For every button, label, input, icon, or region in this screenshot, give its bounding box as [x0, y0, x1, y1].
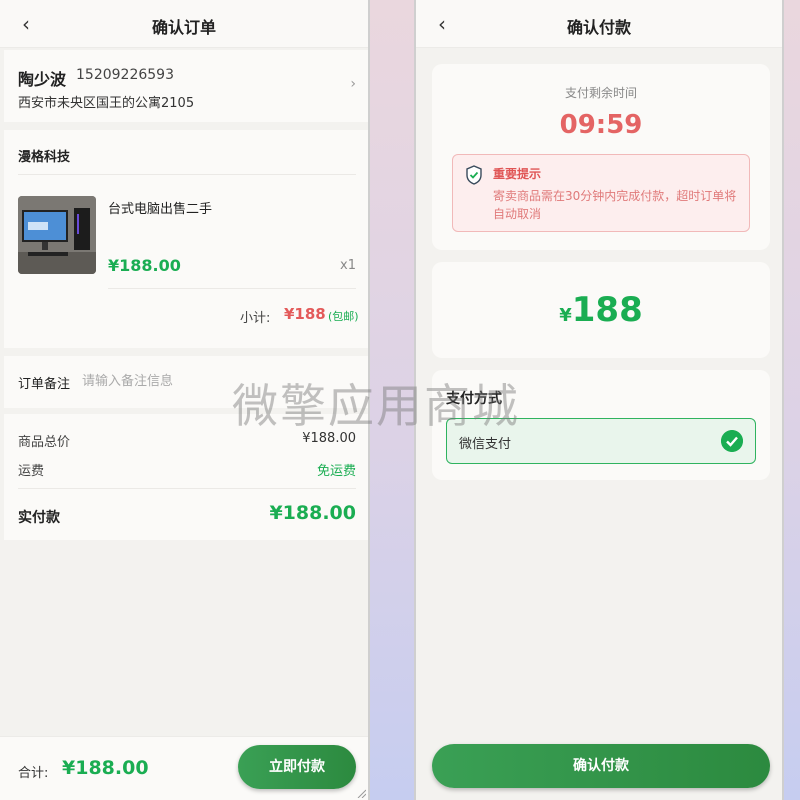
contact-name: 陶少波 [18, 70, 67, 89]
paid-value: ¥188.00 [269, 502, 356, 524]
amount-card: ¥188 [432, 262, 770, 358]
address-card[interactable]: 陶少波 15209226593 西安市未央区国王的公寓2105 › [4, 50, 368, 122]
freight-label: 运费 [18, 464, 45, 479]
remark-label: 订单备注 [18, 377, 71, 392]
bottom-bar: 确认付款 [416, 736, 782, 800]
footer-total-value: ¥188.00 [62, 757, 149, 779]
footer-total-label: 合计: [18, 766, 49, 781]
countdown-card: 支付剩余时间 09:59 重要提示 寄卖商品需在30分钟内完成付款，超时订单将自… [432, 64, 770, 250]
subtotal-value: ¥188 [284, 305, 326, 323]
page-title: 确认付款 [566, 18, 631, 37]
product-title[interactable]: 台式电脑出售二手 [108, 198, 212, 217]
payment-method-card: 支付方式 微信支付 [432, 370, 770, 480]
countdown-label: 支付剩余时间 [564, 86, 637, 100]
nav-bar: ‹ 确认订单 [0, 0, 368, 48]
goods-total-value: ¥188.00 [302, 431, 356, 446]
page-title: 确认订单 [151, 18, 216, 37]
product-price: ¥188.00 [108, 256, 181, 275]
order-confirm-screen: ‹ 确认订单 陶少波 15209226593 西安市未央区国王的公寓2105 ›… [0, 0, 370, 800]
amount-number: 188 [571, 290, 643, 330]
free-shipping-tag: (包邮) [328, 310, 359, 323]
bottom-bar: 合计: ¥188.00 立即付款 [0, 736, 368, 800]
contact-phone: 15209226593 [76, 67, 174, 83]
check-circle-icon [721, 430, 743, 452]
payment-amount: ¥188 [432, 290, 770, 330]
payment-confirm-screen: ‹ 确认付款 支付剩余时间 09:59 重要提示 寄卖商品需在30分钟内完成付款… [414, 0, 784, 800]
wechat-pay-option[interactable]: 微信支付 [446, 418, 756, 464]
pay-now-button[interactable]: 立即付款 [238, 745, 356, 789]
confirm-payment-button[interactable]: 确认付款 [432, 744, 770, 788]
shop-name: 漫格科技 [18, 150, 71, 165]
freight-value: 免运费 [316, 464, 356, 479]
resize-grip-icon[interactable] [356, 788, 366, 798]
shop-card: 漫格科技 台式电脑出售二手 ¥188.00 x1 小计: ¥188 (包邮) [4, 130, 368, 348]
product-quantity: x1 [340, 258, 356, 273]
remark-card: 订单备注 [4, 356, 368, 408]
subtotal-label: 小计: [240, 311, 271, 326]
wechat-pay-label: 微信支付 [459, 437, 512, 452]
product-image[interactable] [18, 196, 96, 274]
goods-total-label: 商品总价 [18, 435, 71, 450]
chevron-right-icon[interactable]: › [350, 76, 356, 92]
paid-label: 实付款 [18, 510, 60, 526]
contact-address: 西安市未央区国王的公寓2105 [18, 96, 195, 111]
notice-title: 重要提示 [493, 167, 542, 181]
important-notice: 重要提示 寄卖商品需在30分钟内完成付款，超时订单将自动取消 [452, 154, 750, 232]
payment-method-title: 支付方式 [446, 391, 502, 407]
countdown-value: 09:59 [559, 110, 643, 140]
divider [108, 288, 356, 289]
remark-input[interactable] [82, 368, 332, 394]
totals-card: 商品总价 ¥188.00 运费 免运费 实付款 ¥188.00 [4, 414, 368, 540]
notice-text: 寄卖商品需在30分钟内完成付款，超时订单将自动取消 [493, 189, 737, 221]
divider [18, 174, 356, 175]
currency-symbol: ¥ [559, 305, 572, 326]
nav-bar: ‹ 确认付款 [416, 0, 782, 48]
divider [18, 488, 356, 489]
shield-check-icon [466, 165, 482, 185]
